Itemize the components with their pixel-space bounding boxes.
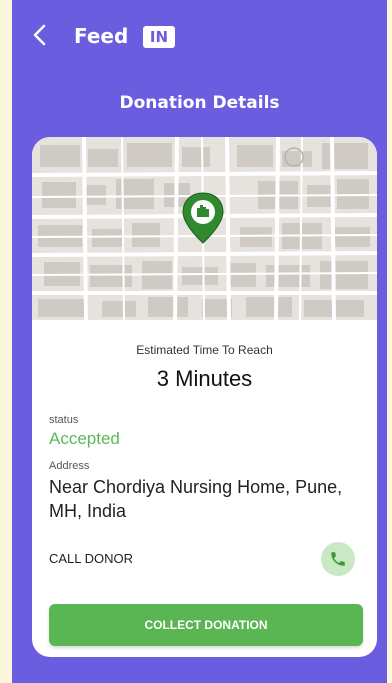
eta-label: Estimated Time To Reach — [136, 343, 273, 357]
chevron-left-icon[interactable] — [30, 23, 50, 47]
call-donor-label[interactable]: CALL DONOR — [49, 551, 133, 566]
app-screen: Feed IN Donation Details Estimated Time … — [12, 0, 387, 683]
address-value: Near Chordiya Nursing Home, Pune, MH, In… — [49, 477, 343, 521]
phone-icon — [331, 552, 345, 566]
address-label: Address — [49, 460, 90, 472]
donation-details-card: Estimated Time To Reach 3 Minutes status… — [32, 137, 377, 657]
collect-donation-button[interactable]: COLLECT DONATION — [49, 604, 363, 646]
call-donor-button[interactable] — [321, 542, 355, 576]
app-logo-badge: IN — [143, 26, 175, 48]
eta-value: 3 Minutes — [156, 366, 253, 391]
status-value: Accepted — [49, 429, 120, 448]
app-logo-text: Feed — [74, 24, 129, 48]
page-title: Donation Details — [119, 93, 280, 113]
location-map[interactable] — [32, 137, 377, 320]
status-label: status — [49, 414, 79, 426]
top-bar: Feed IN — [12, 0, 387, 70]
